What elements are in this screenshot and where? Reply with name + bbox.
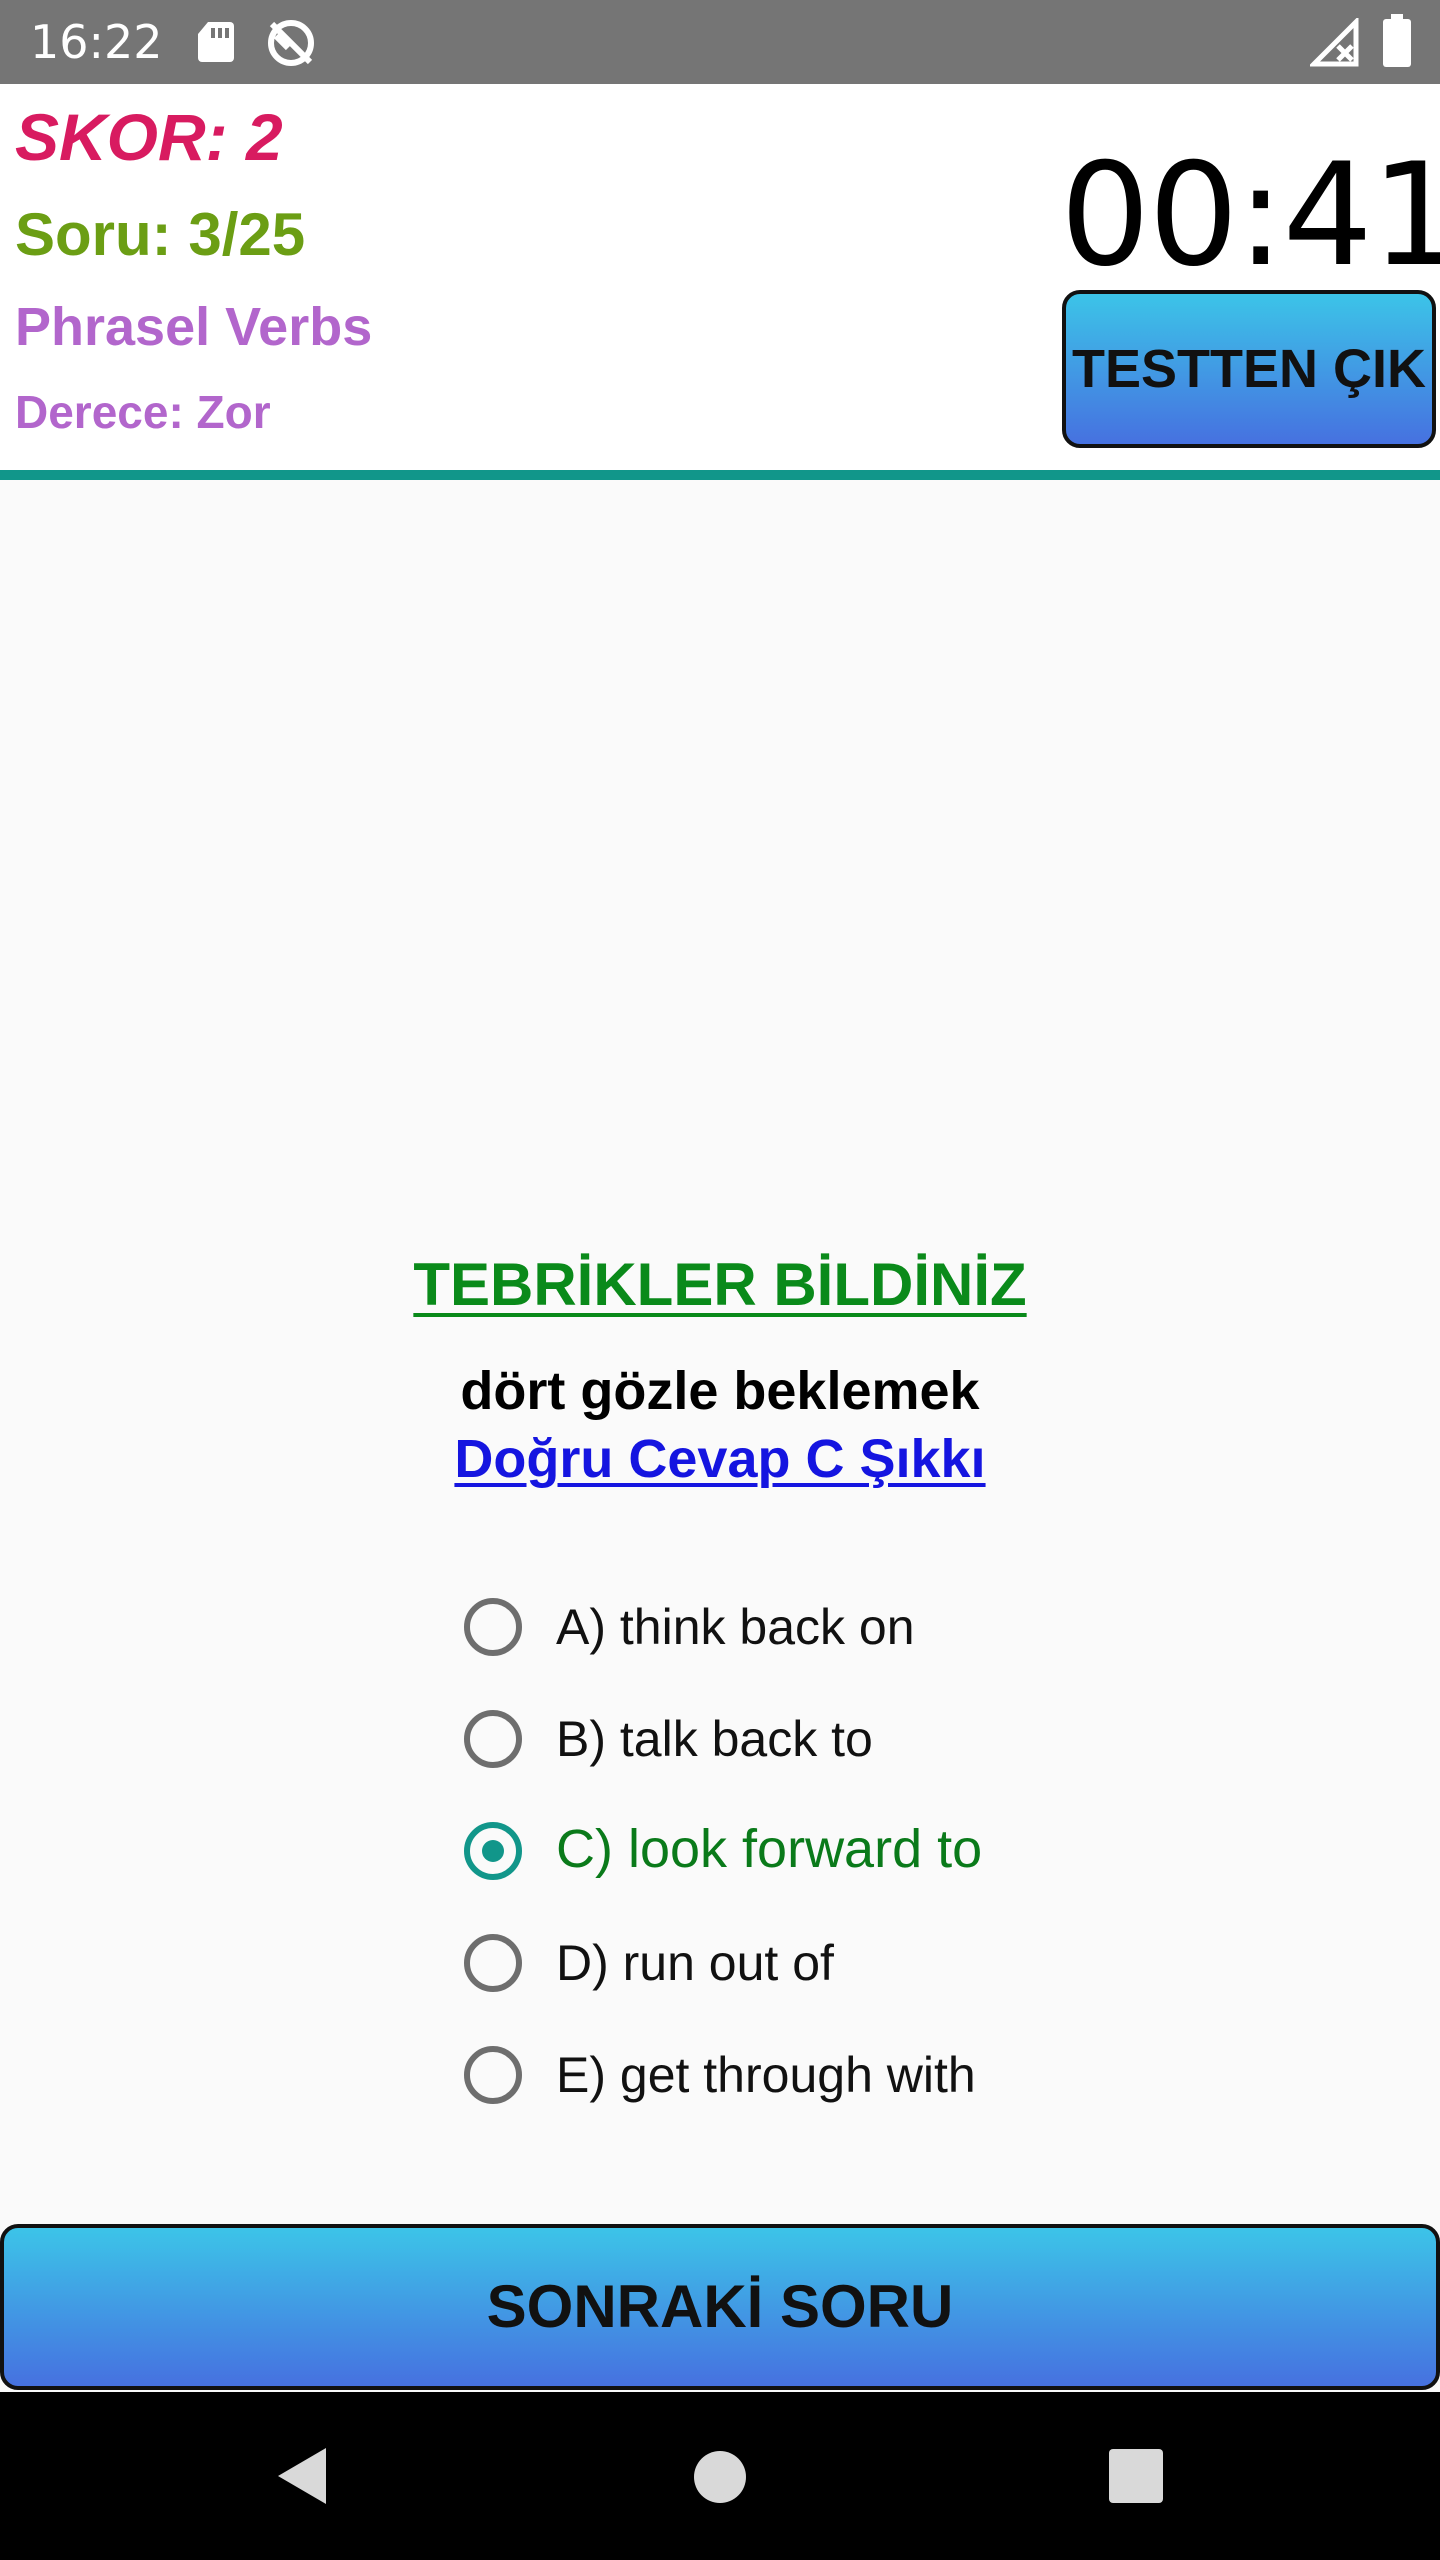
answer-options: A) think back on B) talk back to C) look… (460, 1576, 1360, 2136)
navigation-bar (0, 2392, 1440, 2560)
battery-icon (1383, 14, 1411, 67)
radio-button[interactable] (464, 1598, 522, 1656)
option-label: A) think back on (556, 1599, 915, 1655)
score-label: SKOR: 2 (15, 100, 283, 174)
option-b[interactable]: B) talk back to (460, 1688, 1360, 1800)
radio-dot (482, 1840, 504, 1862)
quiz-header: SKOR: 2 Soru: 3/25 Phrasel Verbs Derece:… (0, 84, 1440, 470)
option-label: C) look forward to (556, 1819, 983, 1879)
correct-answer-link: Doğru Cevap C Şıkkı (454, 1429, 986, 1489)
option-label: B) talk back to (556, 1711, 873, 1767)
radio-button[interactable] (464, 1934, 522, 1992)
difficulty-label: Derece: Zor (15, 386, 271, 438)
home-icon[interactable] (693, 2450, 747, 2504)
exit-test-button[interactable]: TESTTEN ÇIK (1062, 290, 1436, 448)
question-counter: Soru: 3/25 (15, 201, 306, 268)
recents-icon[interactable] (1108, 2448, 1164, 2504)
signal-no-service-icon (1310, 18, 1359, 67)
radio-button[interactable] (464, 1710, 522, 1768)
phrase-meaning: dört gözle beklemek (460, 1361, 980, 1421)
option-label: E) get through with (556, 2047, 976, 2103)
countdown-timer: 00:41 (1060, 133, 1440, 298)
sync-off-icon (268, 20, 314, 66)
radio-button-checked[interactable] (464, 1822, 522, 1880)
back-icon[interactable] (272, 2444, 332, 2508)
next-question-button[interactable]: SONRAKİ SORU (0, 2224, 1440, 2390)
option-label: D) run out of (556, 1935, 834, 1991)
result-title: TEBRİKLER BİLDİNİZ (413, 1251, 1027, 1318)
sd-card-icon (198, 22, 234, 62)
option-e[interactable]: E) get through with (460, 2024, 1360, 2136)
category-label: Phrasel Verbs (15, 297, 373, 357)
radio-button[interactable] (464, 2046, 522, 2104)
status-bar: 16:22 (0, 0, 1440, 84)
option-c[interactable]: C) look forward to (460, 1800, 1360, 1912)
option-a[interactable]: A) think back on (460, 1576, 1360, 1688)
header-divider (0, 470, 1440, 480)
status-time: 16:22 (30, 15, 163, 69)
option-d[interactable]: D) run out of (460, 1912, 1360, 2024)
